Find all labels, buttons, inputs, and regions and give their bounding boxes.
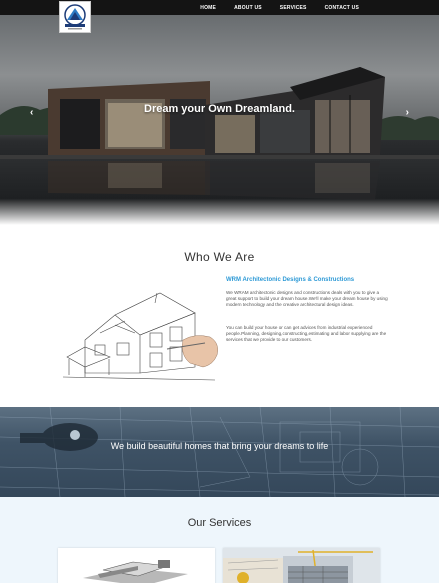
slider-prev-arrow-icon[interactable]: ‹ [30, 107, 33, 118]
about-section-title: Who We Are [184, 250, 255, 264]
nav-links: HOME ABOUT US SERVICES CONTACT US [182, 0, 359, 15]
services-section: Our Services [0, 497, 439, 583]
about-paragraph-2: You can build your house or can get advi… [226, 325, 387, 343]
nav-contact-link[interactable]: CONTACT US [325, 5, 359, 11]
nav-about-link[interactable]: ABOUT US [234, 5, 262, 11]
hero-house-image [0, 15, 439, 225]
services-section-title: Our Services [187, 517, 252, 529]
service-card-planning[interactable] [58, 548, 215, 583]
house-sketch-image [62, 292, 218, 381]
about-paragraph-1: We WRAM architectonic designs and constr… [226, 290, 388, 308]
hero-title: Dream your Own Dreamland. [144, 103, 295, 115]
nav-home-link[interactable]: HOME [200, 5, 216, 11]
service-card-construction[interactable] [223, 548, 380, 583]
slider-next-arrow-icon[interactable]: › [406, 107, 409, 118]
service-planning-image [58, 548, 215, 583]
service-construction-image [223, 548, 380, 583]
about-subtitle: WRM Architectonic Designs & Construction… [226, 277, 355, 283]
blueprint-banner: We build beautiful homes that bring your… [0, 407, 439, 497]
nav-services-link[interactable]: SERVICES [280, 5, 307, 11]
company-logo[interactable] [59, 1, 91, 33]
hero-slider: Dream your Own Dreamland. ‹ › [0, 15, 439, 225]
blueprint-background-image [0, 407, 439, 497]
banner-text: We build beautiful homes that bring your… [110, 441, 329, 451]
